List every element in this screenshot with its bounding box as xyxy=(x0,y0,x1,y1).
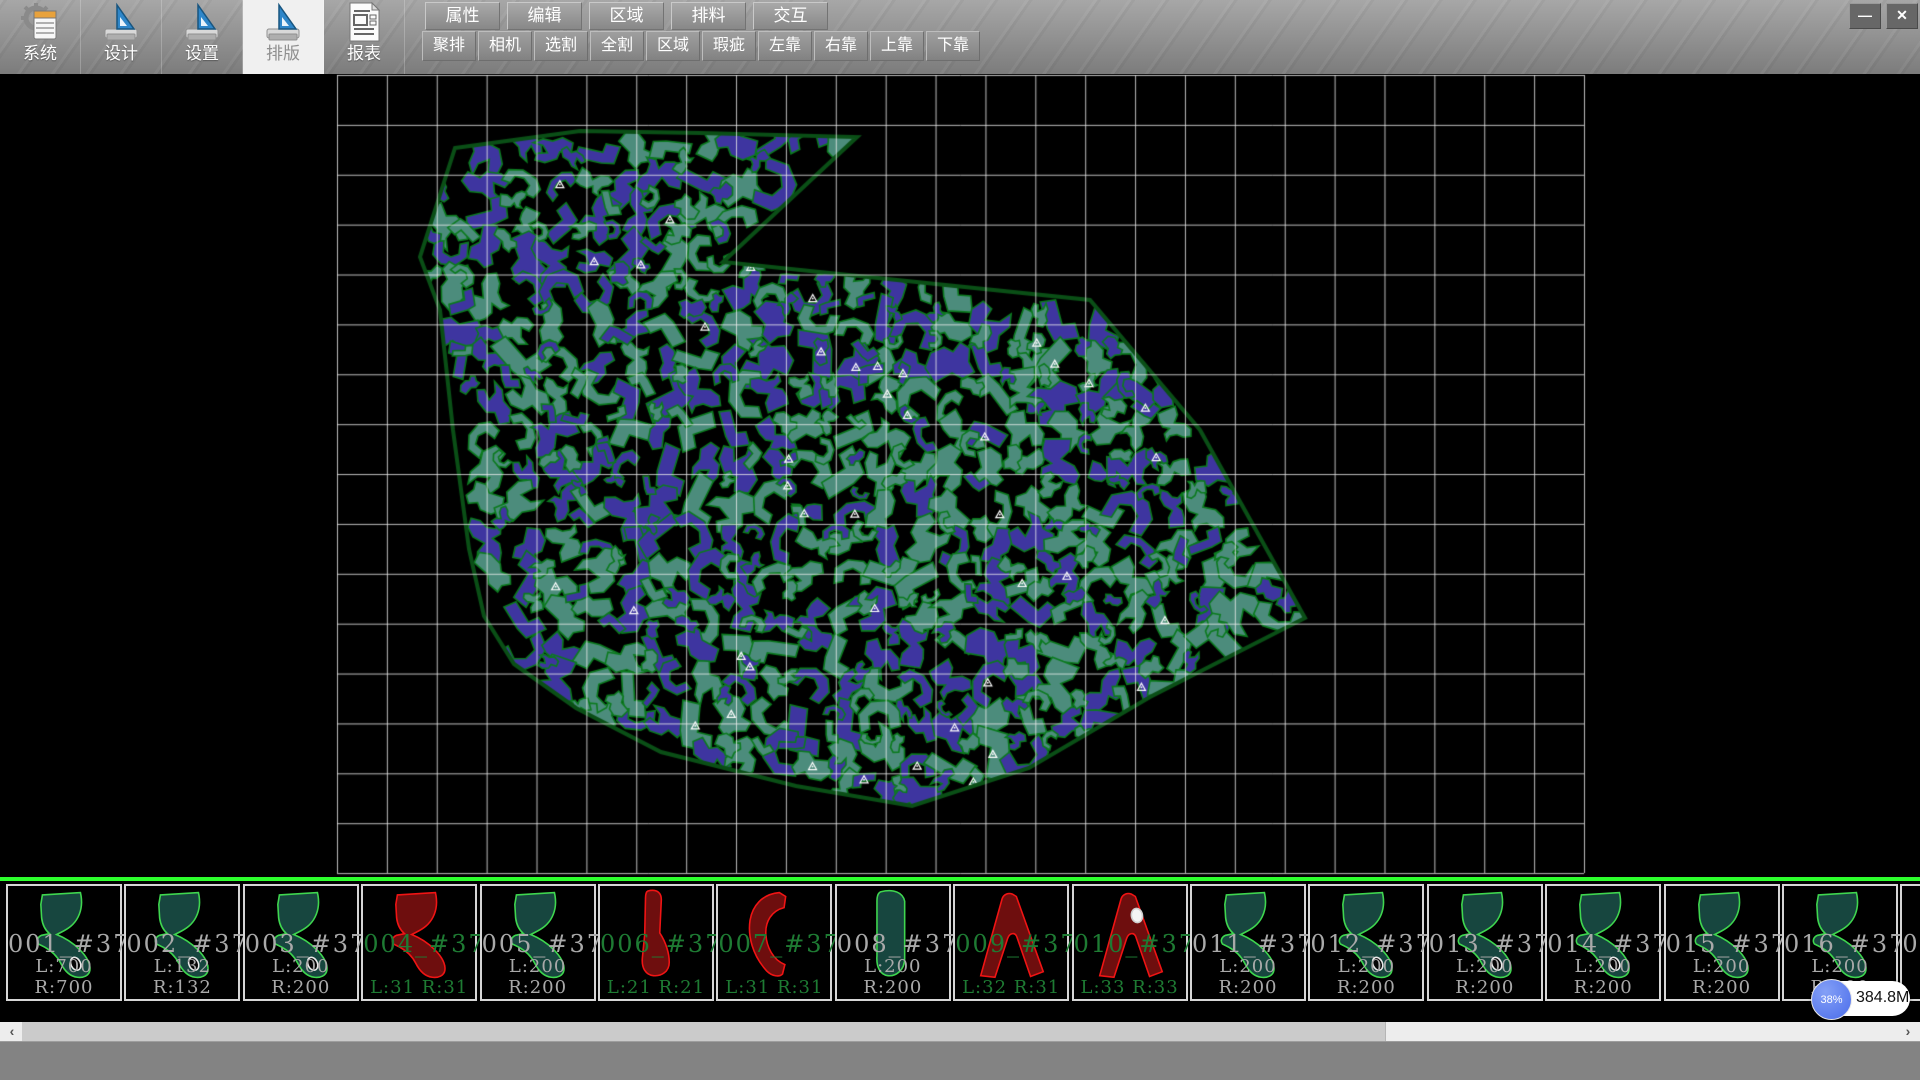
piece-lr-count: L:32 R:31 xyxy=(955,977,1067,998)
piece-id-label: 001_#37 xyxy=(8,930,120,958)
piece-id-label: 010_#37 xyxy=(1074,930,1186,958)
set-square-icon xyxy=(263,1,303,43)
progress-percent: 38% xyxy=(1820,994,1842,1006)
piece-thumbnail[interactable]: 009_#37 L:32 R:31 xyxy=(953,884,1069,1001)
tool-region[interactable]: 区域 xyxy=(646,31,700,61)
piece-thumbnail-strip: 001_#37L:700 R:700002_#37L:132 R:132003_… xyxy=(0,881,1920,1022)
piece-id-label: 005_#37 xyxy=(482,930,594,958)
tool-align-right[interactable]: 右靠 xyxy=(814,31,868,61)
piece-id-label: 008_#37 xyxy=(837,930,949,958)
piece-lr-count: L:132 R:132 xyxy=(126,956,238,998)
piece-lr-count: L:200 R:200 xyxy=(245,956,357,998)
piece-lr-count: L:33 R:33 xyxy=(1074,977,1186,998)
menu-bar: 属性编辑区域排料交互 xyxy=(425,2,828,30)
piece-thumbnail[interactable]: 001_#37L:700 R:700 xyxy=(6,884,122,1001)
piece-thumbnail[interactable]: 017_#37L:200 R:200 xyxy=(1900,884,1920,1001)
toolbar: 系统设计设置排版报表 属性编辑区域排料交互 聚排相机选割全割区域瑕疵左靠右靠上靠… xyxy=(0,0,1920,75)
scroll-right-button[interactable]: › xyxy=(1898,1022,1918,1041)
piece-lr-count: L:200 R:200 xyxy=(1666,956,1778,998)
progress-circle: 38% xyxy=(1811,979,1852,1020)
tab-label: 设置 xyxy=(185,44,219,64)
piece-thumbnail[interactable]: 005_#37L:200 R:200 xyxy=(480,884,596,1001)
menu-edit[interactable]: 编辑 xyxy=(507,2,582,30)
tab-label: 设计 xyxy=(104,44,138,64)
scroll-left-button[interactable]: ‹ xyxy=(2,1022,22,1041)
piece-id-label: 004_#37 xyxy=(363,930,475,958)
piece-id-label: 016_#37 xyxy=(1784,930,1896,958)
menu-region[interactable]: 区域 xyxy=(589,2,664,30)
piece-lr-count: L:200 R:200 xyxy=(482,956,594,998)
tab-settings[interactable]: 设置 xyxy=(162,0,243,74)
piece-thumbnail[interactable]: 006_#37 L:21 R:21 xyxy=(598,884,714,1001)
report-icon xyxy=(346,1,382,43)
piece-thumbnail[interactable]: 011_#37L:200 R:200 xyxy=(1190,884,1306,1001)
piece-lr-count: L:200 R:200 xyxy=(1429,956,1541,998)
piece-thumbnail[interactable]: 012_#37L:200 R:200 xyxy=(1308,884,1424,1001)
piece-lr-count: L:200 R:200 xyxy=(1192,956,1304,998)
piece-lr-count: L:31 R:31 xyxy=(363,977,475,998)
tool-align-left[interactable]: 左靠 xyxy=(758,31,812,61)
piece-id-label: 012_#37 xyxy=(1310,930,1422,958)
piece-lr-count: L:21 R:21 xyxy=(600,977,712,998)
tab-layout[interactable]: 排版 xyxy=(243,0,324,74)
tab-label: 排版 xyxy=(266,44,300,64)
minimize-button[interactable]: — xyxy=(1849,3,1881,29)
piece-id-label: 013_#37 xyxy=(1429,930,1541,958)
piece-id-label: 003_#37 xyxy=(245,930,357,958)
piece-thumbnail[interactable]: 015_#37L:200 R:200 xyxy=(1664,884,1780,1001)
tool-cluster-nest[interactable]: 聚排 xyxy=(422,31,476,61)
tab-label: 系统 xyxy=(23,44,57,64)
memory-label: 384.8M xyxy=(1856,989,1909,1007)
piece-id-label: 002_#37 xyxy=(126,930,238,958)
tool-row: 聚排相机选割全割区域瑕疵左靠右靠上靠下靠 xyxy=(422,31,980,61)
piece-lr-count: L:200 R:200 xyxy=(837,956,949,998)
piece-thumbnail[interactable]: 004_#37 L:31 R:31 xyxy=(361,884,477,1001)
tool-cut-all[interactable]: 全割 xyxy=(590,31,644,61)
tab-design[interactable]: 设计 xyxy=(81,0,162,74)
piece-id-label: 009_#37 xyxy=(955,930,1067,958)
piece-thumbnail[interactable]: 010_#37 L:33 R:33 xyxy=(1072,884,1188,1001)
piece-thumbnail[interactable]: 003_#37L:200 R:200 xyxy=(243,884,359,1001)
menu-properties[interactable]: 属性 xyxy=(425,2,500,30)
piece-id-label: 017_#37 xyxy=(1902,930,1920,958)
nesting-canvas[interactable] xyxy=(0,74,1920,877)
app-window: 系统设计设置排版报表 属性编辑区域排料交互 聚排相机选割全割区域瑕疵左靠右靠上靠… xyxy=(0,0,1920,1080)
piece-lr-count: L:31 R:31 xyxy=(718,977,830,998)
piece-thumbnail[interactable]: 013_#37L:200 R:200 xyxy=(1427,884,1543,1001)
piece-thumbnail[interactable]: 008_#37L:200 R:200 xyxy=(835,884,951,1001)
piece-id-label: 015_#37 xyxy=(1666,930,1778,958)
status-badge: 38% 384.8M xyxy=(1812,981,1910,1016)
tab-report[interactable]: 报表 xyxy=(324,0,405,74)
main-tabs: 系统 设计 设置 排版 报表 xyxy=(0,0,405,74)
piece-lr-count: L:700 R:700 xyxy=(8,956,120,998)
piece-thumbnail[interactable]: 002_#37L:132 R:132 xyxy=(124,884,240,1001)
piece-id-label: 011_#37 xyxy=(1192,930,1304,958)
tab-system[interactable]: 系统 xyxy=(0,0,81,74)
set-square-icon xyxy=(182,1,222,43)
piece-lr-count: L:200 R:200 xyxy=(1547,956,1659,998)
piece-id-label: 007_#37 xyxy=(718,930,830,958)
menu-material[interactable]: 排料 xyxy=(671,2,746,30)
piece-lr-count: L:200 R:200 xyxy=(1310,956,1422,998)
menu-interactive[interactable]: 交互 xyxy=(753,2,828,30)
gear-icon xyxy=(21,2,59,42)
tool-defect[interactable]: 瑕疵 xyxy=(702,31,756,61)
tool-align-top[interactable]: 上靠 xyxy=(870,31,924,61)
piece-thumbnail[interactable]: 007_#37 L:31 R:31 xyxy=(716,884,832,1001)
scrollbar-thumb[interactable] xyxy=(22,1022,1386,1041)
close-button[interactable]: ✕ xyxy=(1886,3,1918,29)
tool-camera[interactable]: 相机 xyxy=(478,31,532,61)
piece-id-label: 014_#37 xyxy=(1547,930,1659,958)
piece-thumbnail[interactable]: 014_#37L:200 R:200 xyxy=(1545,884,1661,1001)
window-controls: — ✕ xyxy=(1849,3,1918,29)
horizontal-scrollbar[interactable]: ‹ › xyxy=(0,1022,1920,1041)
tool-select-cut[interactable]: 选割 xyxy=(534,31,588,61)
tab-label: 报表 xyxy=(347,44,381,64)
tool-align-bottom[interactable]: 下靠 xyxy=(926,31,980,61)
set-square-icon xyxy=(101,1,141,43)
piece-id-label: 006_#37 xyxy=(600,930,712,958)
bottom-bar xyxy=(0,1041,1920,1080)
